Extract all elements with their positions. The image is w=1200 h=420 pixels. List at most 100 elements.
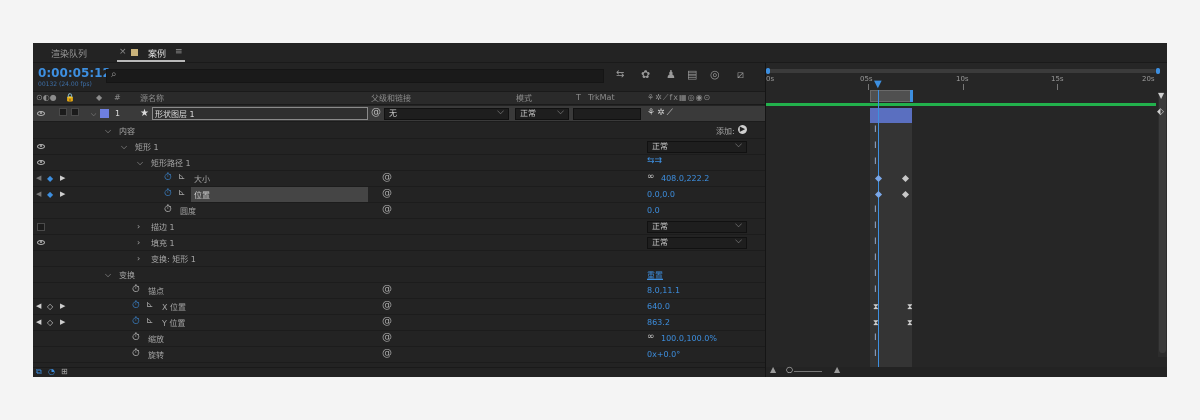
- scale-value[interactable]: 100.0,100.0%: [661, 334, 717, 343]
- hold-keyframe-icon[interactable]: ⧗: [873, 303, 879, 311]
- hold-keyframe-icon[interactable]: ⧗: [907, 319, 913, 327]
- zoom-bar[interactable]: ▲ ○ ▲: [766, 365, 1167, 377]
- keyframe-ibeam[interactable]: I: [874, 238, 877, 247]
- layer-row-shape-1[interactable]: ⌵ 1 ★ 形状图层 1 @ 无 正常 ⚘✲⟋: [33, 106, 765, 122]
- motion-blur-icon[interactable]: ◎: [710, 68, 720, 81]
- scale-row[interactable]: ⏱ 缩放 @ ∞ 100.0,100.0%: [33, 331, 765, 347]
- zoom-slider-track[interactable]: [794, 371, 822, 372]
- zoom-slider-knob[interactable]: ○: [786, 365, 793, 374]
- playhead-line[interactable]: [878, 90, 879, 375]
- stopwatch-icon[interactable]: ⏱: [164, 172, 172, 183]
- visibility-eye-icon[interactable]: [37, 111, 45, 116]
- zoom-in-icon[interactable]: ▲: [834, 365, 840, 374]
- expand-arrow-icon[interactable]: ⌵: [137, 158, 143, 168]
- constrain-link-icon[interactable]: ∞: [647, 172, 655, 182]
- frame-blend-icon[interactable]: ▤: [687, 68, 697, 81]
- draft-3d-icon[interactable]: ✿: [641, 68, 650, 81]
- fill-blend-dropdown[interactable]: 正常: [647, 236, 747, 249]
- next-keyframe-icon[interactable]: ▶: [60, 174, 65, 182]
- transform-row[interactable]: ⌵ 变换 重置: [33, 267, 765, 283]
- next-keyframe-icon[interactable]: ▶: [60, 318, 65, 326]
- lock-switch[interactable]: [71, 108, 79, 116]
- stopwatch-icon[interactable]: ⏱: [132, 300, 140, 311]
- layer-duration-bar[interactable]: [870, 108, 912, 123]
- visibility-eye-icon[interactable]: [37, 240, 45, 245]
- render-time-icon[interactable]: ⊞: [61, 367, 68, 376]
- anchor-row[interactable]: ⏱ 锚点 @ 8.0,11.1: [33, 283, 765, 299]
- side-panel-icon[interactable]: ⬖: [1157, 107, 1164, 117]
- layer-name-field[interactable]: 形状图层 1: [152, 107, 368, 120]
- current-time-region[interactable]: [870, 90, 912, 102]
- x-position-value[interactable]: 640.0: [647, 302, 670, 311]
- stopwatch-icon[interactable]: ⏱: [164, 204, 172, 215]
- pickwhip-icon[interactable]: @: [382, 348, 392, 359]
- tab-composition[interactable]: 案例: [148, 47, 166, 60]
- trkmat-dropdown[interactable]: [573, 108, 641, 120]
- keyframe-ibeam[interactable]: I: [874, 142, 877, 151]
- pickwhip-icon[interactable]: @: [382, 300, 392, 311]
- timeline-area[interactable]: 0s 05s 10s 15s 20s ▼ I I I I I I I I I ⧗…: [765, 63, 1167, 377]
- parent-dropdown[interactable]: 无: [384, 107, 509, 120]
- rotation-value[interactable]: 0x+0.0°: [647, 350, 680, 359]
- roundness-value[interactable]: 0.0: [647, 206, 660, 215]
- keyframe-ibeam[interactable]: I: [874, 222, 877, 231]
- current-timecode[interactable]: 0:00:05:12: [38, 66, 111, 80]
- rect-1-blend-dropdown[interactable]: 正常: [647, 140, 747, 153]
- scroll-up-icon[interactable]: ▼: [1158, 91, 1164, 100]
- rect-1-row[interactable]: ⌵ 矩形 1 正常: [33, 139, 765, 155]
- expand-arrow-icon[interactable]: ›: [137, 222, 140, 231]
- x-position-row[interactable]: ◀ ◇ ▶ ⏱ ⊾ X 位置 @ 640.0: [33, 299, 765, 315]
- keyframe-ibeam[interactable]: I: [874, 350, 877, 359]
- hold-keyframe-icon[interactable]: ⧗: [907, 303, 913, 311]
- work-area-end-handle[interactable]: [1156, 68, 1160, 74]
- path-direction-icon[interactable]: ⇆⇉: [647, 156, 662, 166]
- layer-switch-icons[interactable]: ⚘✲⟋: [647, 108, 675, 118]
- expand-arrow-icon[interactable]: ⌵: [91, 110, 96, 119]
- zoom-out-icon[interactable]: ▲: [770, 365, 776, 374]
- size-value[interactable]: 408.0,222.2: [661, 174, 709, 183]
- visibility-eye-icon[interactable]: [37, 144, 45, 149]
- tab-menu-icon[interactable]: ≡: [175, 47, 183, 57]
- prev-keyframe-icon[interactable]: ◀: [36, 302, 41, 310]
- pickwhip-icon[interactable]: @: [371, 107, 381, 118]
- region-end-marker[interactable]: [910, 90, 913, 102]
- expand-arrow-icon[interactable]: ⌵: [105, 270, 111, 280]
- search-input[interactable]: ⌕: [106, 69, 604, 83]
- graph-icon[interactable]: ⊾: [146, 300, 154, 310]
- prev-keyframe-icon[interactable]: ◀: [36, 174, 41, 182]
- tab-close-icon[interactable]: ×: [119, 47, 127, 57]
- add-play-icon[interactable]: ▶: [738, 125, 747, 134]
- keyframe-diamond-outline-icon[interactable]: ◇: [47, 302, 53, 311]
- fill-row[interactable]: › 填充 1 正常: [33, 235, 765, 251]
- keyframe-ibeam[interactable]: I: [874, 270, 877, 279]
- pickwhip-icon[interactable]: @: [382, 332, 392, 343]
- visibility-switch[interactable]: [37, 223, 45, 231]
- keyframe-diamond-icon[interactable]: ◆: [47, 174, 53, 183]
- parent-column-header[interactable]: 父级和链接: [371, 93, 411, 104]
- trkmat-column-header[interactable]: TrkMat: [588, 93, 615, 102]
- expand-arrow-icon[interactable]: ⌵: [105, 126, 111, 136]
- reset-link[interactable]: 重置: [647, 270, 663, 281]
- stopwatch-icon[interactable]: ⏱: [132, 332, 140, 343]
- work-area-start-handle[interactable]: [766, 68, 770, 74]
- source-name-column-header[interactable]: 源名称: [140, 93, 164, 104]
- keyframe-ibeam[interactable]: I: [874, 206, 877, 215]
- keyframe-ibeam[interactable]: I: [874, 158, 877, 167]
- keyframe-ibeam[interactable]: I: [874, 286, 877, 295]
- shy-icon[interactable]: ♟: [666, 68, 676, 81]
- next-keyframe-icon[interactable]: ▶: [60, 302, 65, 310]
- transform-rect-row[interactable]: › 变换: 矩形 1: [33, 251, 765, 267]
- pickwhip-icon[interactable]: @: [382, 204, 392, 215]
- contents-row[interactable]: ⌵ 内容 添加: ▶: [33, 123, 765, 139]
- rotation-row[interactable]: ⏱ 旋转 @ 0x+0.0°: [33, 347, 765, 363]
- keyframe-ibeam[interactable]: I: [874, 334, 877, 343]
- comp-mini-flowchart-icon[interactable]: ⇆: [616, 69, 624, 80]
- prev-keyframe-icon[interactable]: ◀: [36, 190, 41, 198]
- roundness-row[interactable]: ⏱ 圆度 @ 0.0: [33, 203, 765, 219]
- pickwhip-icon[interactable]: @: [382, 172, 392, 183]
- pickwhip-icon[interactable]: @: [382, 316, 392, 327]
- mode-column-header[interactable]: 模式: [516, 93, 532, 104]
- stopwatch-icon[interactable]: ⏱: [132, 284, 140, 295]
- time-ruler[interactable]: 0s 05s 10s 15s 20s: [766, 75, 1156, 90]
- visibility-eye-icon[interactable]: [37, 160, 45, 165]
